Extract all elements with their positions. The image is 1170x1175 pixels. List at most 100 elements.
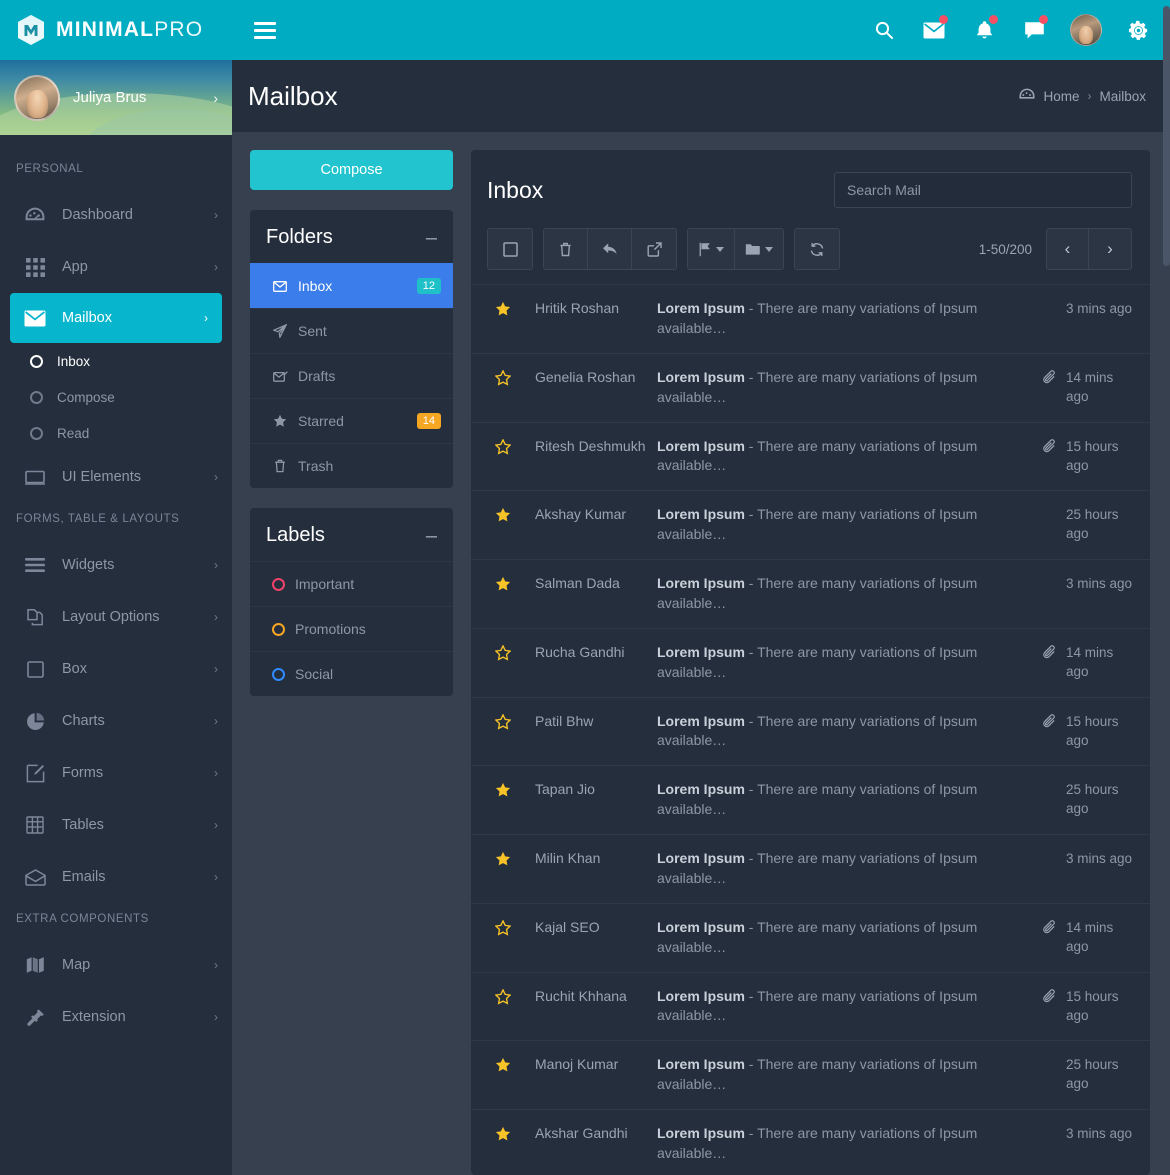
chat-icon[interactable] xyxy=(1020,15,1048,44)
delete-button[interactable] xyxy=(544,229,588,269)
mail-row[interactable]: Ritesh Deshmukh Lorem Ipsum - There are m… xyxy=(471,421,1150,491)
sidebar-subitem-label: Read xyxy=(57,425,90,441)
mail-sender: Ritesh Deshmukh xyxy=(535,437,646,454)
mail-subject: Lorem Ipsum - There are many variations … xyxy=(657,505,1032,545)
open-envelope-icon xyxy=(22,868,48,886)
star-filled-icon[interactable] xyxy=(471,849,535,867)
sidebar-item-label: Tables xyxy=(62,817,104,833)
mail-row[interactable]: Akshay Kumar Lorem Ipsum - There are many… xyxy=(471,490,1150,559)
star-outline-icon[interactable] xyxy=(471,918,535,936)
prev-page-button[interactable]: ‹ xyxy=(1047,229,1089,269)
user-avatar[interactable] xyxy=(1070,14,1102,46)
label-item-social[interactable]: Social xyxy=(250,651,453,696)
hamburger-icon[interactable] xyxy=(254,21,276,39)
mail-row[interactable]: Kajal SEO Lorem Ipsum - There are many va… xyxy=(471,902,1150,972)
sidebar-item-emails[interactable]: Emails › xyxy=(0,851,232,903)
star-outline-icon[interactable] xyxy=(471,712,535,730)
bell-icon[interactable] xyxy=(970,15,998,44)
star-outline-icon[interactable] xyxy=(471,437,535,455)
next-page-button[interactable]: › xyxy=(1089,229,1131,269)
envelope-icon[interactable] xyxy=(920,15,948,44)
label-item-important[interactable]: Important xyxy=(250,561,453,606)
attachment-icon[interactable] xyxy=(1032,712,1066,729)
refresh-button[interactable] xyxy=(795,229,839,269)
sidebar-item-box[interactable]: Box › xyxy=(0,643,232,695)
sidebar-item-layout-options[interactable]: Layout Options › xyxy=(0,591,232,643)
folder-item-inbox[interactable]: Inbox 12 xyxy=(250,263,453,308)
folder-item-trash[interactable]: Trash xyxy=(250,443,453,488)
sidebar-item-dashboard[interactable]: Dashboard › xyxy=(0,189,232,241)
sidebar-section-heading-personal: PERSONAL xyxy=(16,163,84,175)
mail-row[interactable]: Ruchit Khhana Lorem Ipsum - There are man… xyxy=(471,971,1150,1041)
star-filled-icon[interactable] xyxy=(471,1055,535,1073)
breadcrumb-home[interactable]: Home xyxy=(1043,89,1079,104)
top-icon-group xyxy=(870,14,1152,46)
star-filled-icon[interactable] xyxy=(471,1124,535,1142)
folder-label: Sent xyxy=(298,323,327,339)
folder-item-starred[interactable]: Starred 14 xyxy=(250,398,453,443)
minimize-icon[interactable]: – xyxy=(426,526,437,546)
brand-title-light: PRO xyxy=(154,18,204,41)
star-filled-icon[interactable] xyxy=(471,299,535,317)
mail-row[interactable]: Akshar Gandhi Lorem Ipsum - There are man… xyxy=(471,1109,1150,1175)
top-navigation xyxy=(232,0,1170,60)
mail-row[interactable]: Genelia Roshan Lorem Ipsum - There are ma… xyxy=(471,352,1150,422)
gear-icon[interactable] xyxy=(1124,16,1152,44)
window-icon xyxy=(22,470,48,485)
star-outline-icon[interactable] xyxy=(471,987,535,1005)
label-item-promotions[interactable]: Promotions xyxy=(250,606,453,651)
search-input[interactable] xyxy=(834,172,1132,208)
star-filled-icon[interactable] xyxy=(471,574,535,592)
page-scrollbar[interactable] xyxy=(1163,0,1170,1175)
compose-button[interactable]: Compose xyxy=(250,150,453,190)
folder-button[interactable] xyxy=(735,229,783,269)
attachment-icon[interactable] xyxy=(1032,437,1066,454)
sidebar-item-ui-elements[interactable]: UI Elements › xyxy=(0,451,232,503)
folder-item-drafts[interactable]: Drafts xyxy=(250,353,453,398)
mail-row[interactable]: Milin Khan Lorem Ipsum - There are many v… xyxy=(471,834,1150,903)
sidebar-item-forms[interactable]: Forms › xyxy=(0,747,232,799)
sidebar-item-widgets[interactable]: Widgets › xyxy=(0,539,232,591)
sidebar-item-map[interactable]: Map › xyxy=(0,939,232,991)
sidebar-item-mailbox[interactable]: Mailbox › xyxy=(10,293,222,343)
sidebar-subitem-label: Inbox xyxy=(57,353,91,369)
folder-item-sent[interactable]: Sent xyxy=(250,308,453,353)
mail-row[interactable]: Salman Dada Lorem Ipsum - There are many … xyxy=(471,559,1150,628)
star-filled-icon[interactable] xyxy=(471,505,535,523)
search-icon[interactable] xyxy=(870,16,898,44)
mail-row[interactable]: Manoj Kumar Lorem Ipsum - There are many … xyxy=(471,1040,1150,1109)
star-filled-icon[interactable] xyxy=(471,780,535,798)
sidebar-item-extension[interactable]: Extension › xyxy=(0,991,232,1043)
flag-button[interactable] xyxy=(688,229,735,269)
bars-icon xyxy=(22,558,48,572)
forward-button[interactable] xyxy=(632,229,676,269)
attachment-icon[interactable] xyxy=(1032,643,1066,660)
sidebar-item-charts[interactable]: Charts › xyxy=(0,695,232,747)
select-all-checkbox[interactable] xyxy=(488,229,532,269)
sidebar-item-tables[interactable]: Tables › xyxy=(0,799,232,851)
pagination: 1-50/200 ‹ › xyxy=(979,228,1132,270)
sidebar-item-app[interactable]: App › xyxy=(0,241,232,293)
mail-row[interactable]: Tapan Jio Lorem Ipsum - There are many va… xyxy=(471,765,1150,834)
attachment-icon[interactable] xyxy=(1032,368,1066,385)
attachment-icon[interactable] xyxy=(1032,918,1066,935)
sidebar-item-label: Box xyxy=(62,661,87,677)
minimize-icon[interactable]: – xyxy=(426,228,437,248)
sidebar-item-inbox[interactable]: Inbox xyxy=(0,343,232,379)
sidebar-item-read[interactable]: Read xyxy=(0,415,232,451)
mail-sender: Tapan Jio xyxy=(535,781,595,798)
mail-time: 14 mins ago xyxy=(1066,369,1114,404)
chevron-right-icon: › xyxy=(214,208,218,222)
mail-row[interactable]: Hritik Roshan Lorem Ipsum - There are man… xyxy=(471,284,1150,353)
sidebar-profile[interactable]: Juliya Brus › xyxy=(0,60,232,135)
breadcrumb-current: Mailbox xyxy=(1099,88,1146,104)
reply-button[interactable] xyxy=(588,229,632,269)
star-outline-icon[interactable] xyxy=(471,368,535,386)
inbox-header: Inbox xyxy=(471,150,1150,228)
mail-row[interactable]: Rucha Gandhi Lorem Ipsum - There are many… xyxy=(471,627,1150,697)
mail-row[interactable]: Patil Bhw Lorem Ipsum - There are many va… xyxy=(471,696,1150,766)
sidebar-item-compose[interactable]: Compose xyxy=(0,379,232,415)
brand-logo-area[interactable]: MINIMALPRO xyxy=(0,0,232,60)
star-outline-icon[interactable] xyxy=(471,643,535,661)
attachment-icon[interactable] xyxy=(1032,987,1066,1004)
